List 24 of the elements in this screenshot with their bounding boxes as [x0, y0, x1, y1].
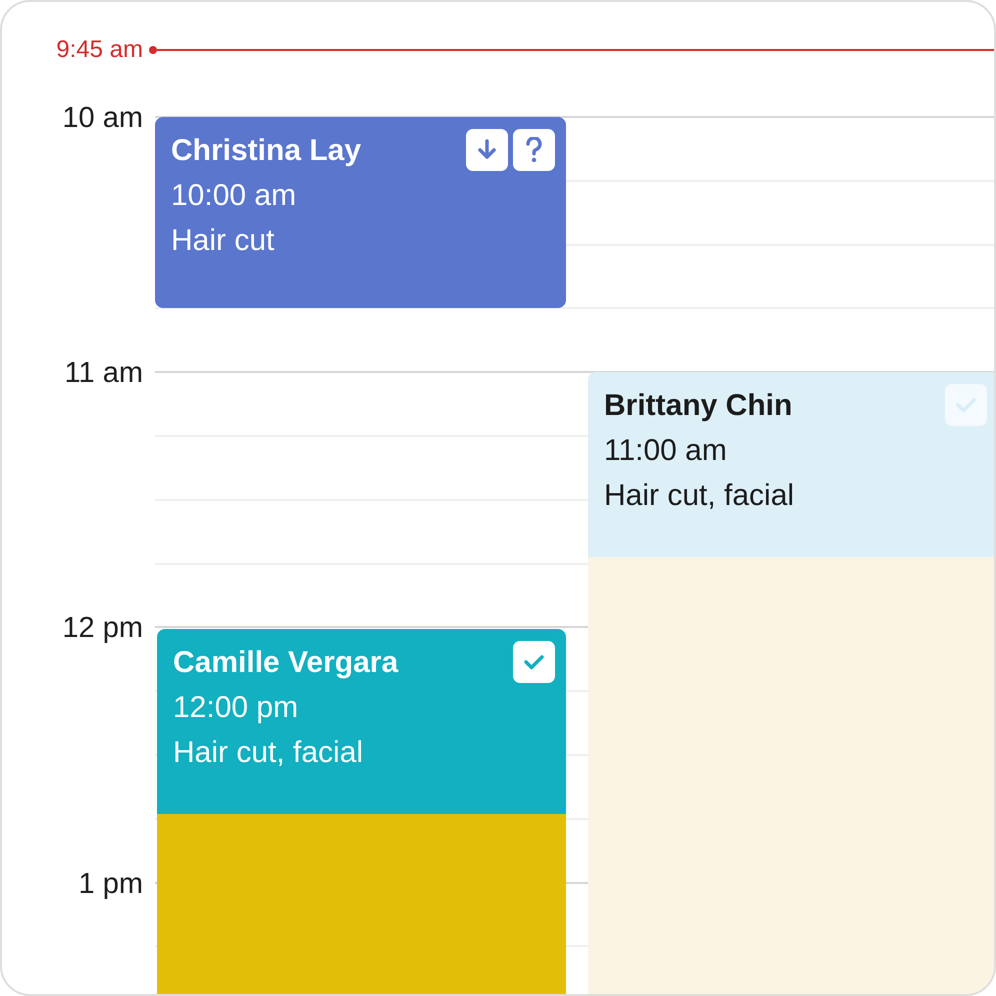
status-badge[interactable]: [513, 641, 555, 683]
client-name: Christina Lay: [171, 133, 362, 169]
arrow-down-icon: [477, 139, 497, 161]
appointment-time: 10:00 am: [171, 178, 298, 214]
question-mark-icon: [525, 137, 543, 163]
status-badge[interactable]: [466, 129, 508, 171]
check-icon: [955, 397, 977, 413]
service-text: Hair cut, facial: [173, 735, 364, 771]
hour-label: 10 am: [62, 101, 143, 135]
status-badge[interactable]: [513, 129, 555, 171]
hour-label: 1 pm: [78, 866, 143, 901]
service-text: Hair cut: [171, 223, 276, 259]
hour-label: 12 pm: [62, 611, 143, 646]
appointment-card[interactable]: Camille Vergara 12:00 pm Hair cut, facial: [157, 629, 566, 814]
appointment-time: 12:00 pm: [173, 690, 300, 726]
appointment-card[interactable]: Christina Lay 10:00 am Hair cut: [155, 117, 566, 308]
appointment-card[interactable]: Brittany Chin 11:00 am Hair cut, facial: [588, 372, 994, 557]
check-icon: [523, 654, 545, 670]
current-time-label: 9:45 am: [56, 36, 143, 64]
hour-label: 11 am: [64, 356, 143, 390]
service-text: Hair cut, facial: [604, 478, 794, 514]
appointment-time: 11:00 am: [604, 433, 728, 469]
client-name: Camille Vergara: [173, 645, 398, 681]
client-name: Brittany Chin: [604, 388, 794, 424]
